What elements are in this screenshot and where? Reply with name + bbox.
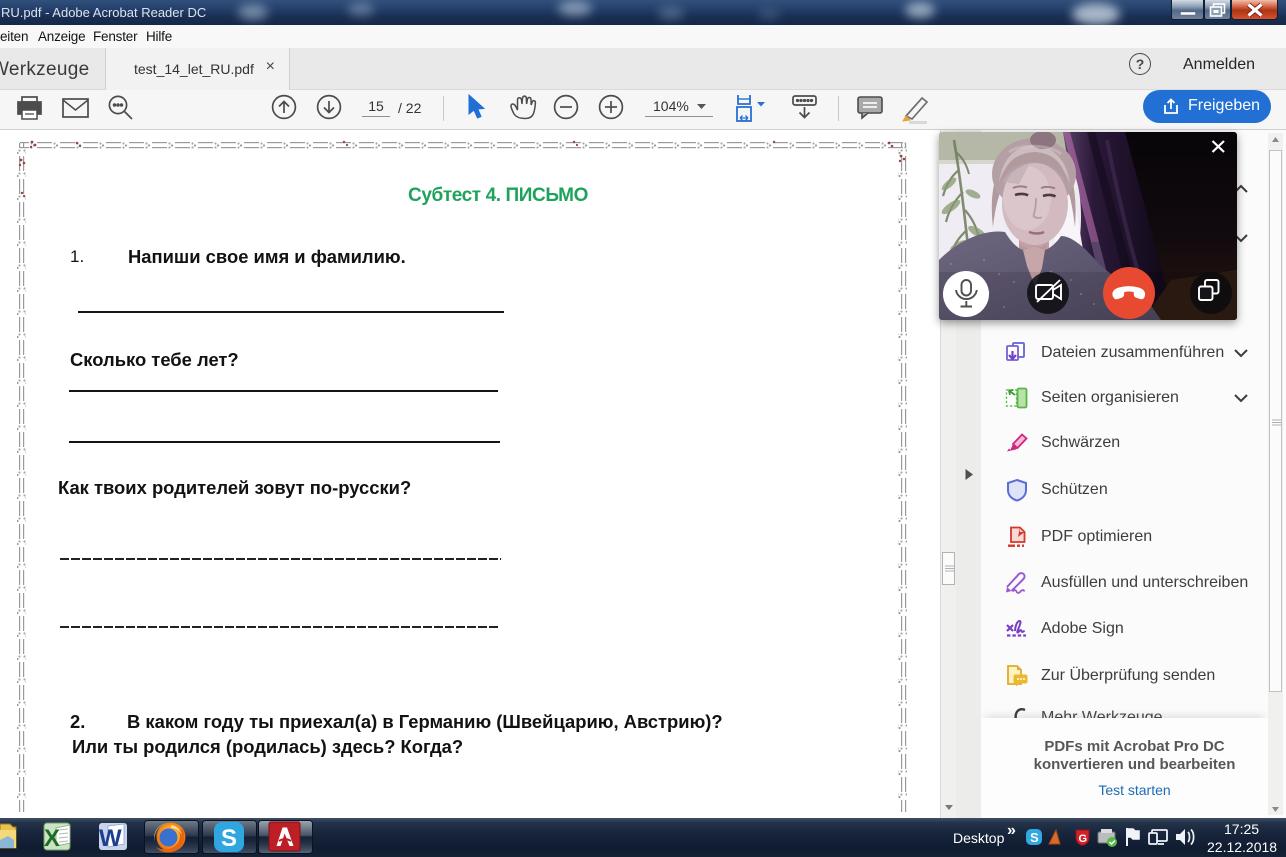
svg-text:17:25: 17:25 bbox=[1224, 821, 1259, 837]
svg-text:W: W bbox=[99, 825, 122, 852]
svg-text:X: X bbox=[44, 825, 60, 852]
svg-text:G: G bbox=[1079, 833, 1088, 845]
svg-text:S: S bbox=[1030, 830, 1039, 845]
svg-text:22.12.2018: 22.12.2018 bbox=[1207, 839, 1277, 855]
svg-text:»: » bbox=[1007, 822, 1016, 839]
svg-text:S: S bbox=[221, 825, 237, 852]
svg-text:Desktop: Desktop bbox=[953, 830, 1005, 846]
